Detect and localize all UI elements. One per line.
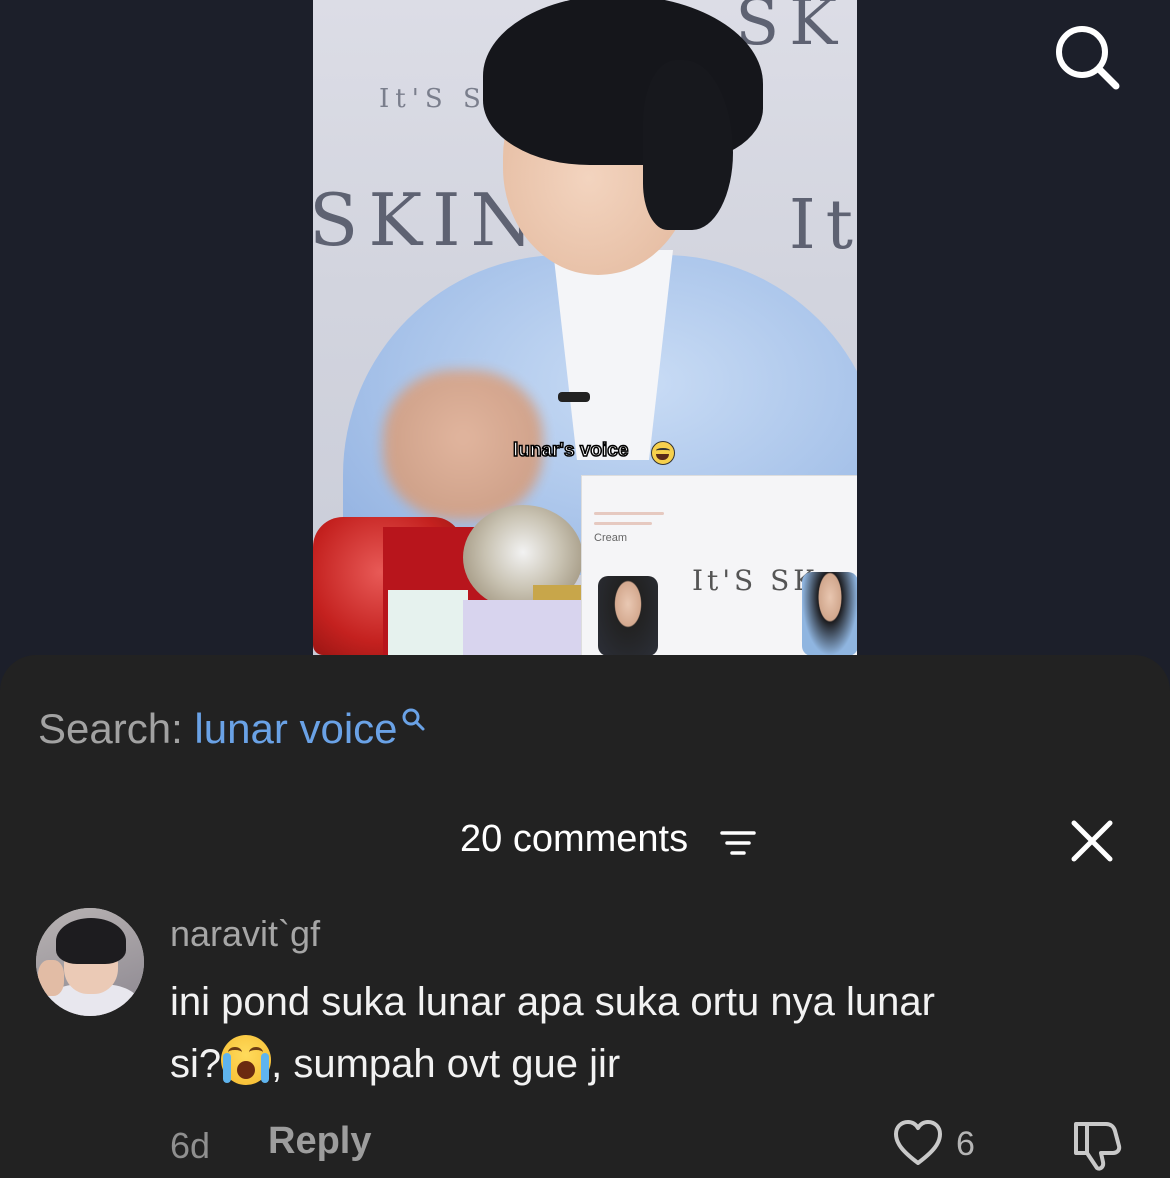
video-area: SK It'S S SKIN It Cream It'S SK lunar's … <box>0 0 1170 700</box>
product-portrait <box>802 572 857 655</box>
related-search[interactable]: Search: lunar voice <box>38 705 426 753</box>
product-text-line <box>594 522 652 525</box>
product-brand: It'S SK <box>692 564 819 597</box>
grinning-squinting-emoji <box>651 441 675 465</box>
comment-username[interactable]: naravit`gf <box>170 913 320 955</box>
comment-text-line: , sumpah ovt gue jir <box>271 1042 621 1086</box>
comment-time: 6d <box>170 1125 211 1166</box>
video-frame[interactable]: SK It'S S SKIN It Cream It'S SK lunar's … <box>313 0 857 655</box>
comment-text-line: ini pond suka lunar apa suka ortu nya lu… <box>170 980 935 1024</box>
comments-sheet: Search: lunar voice 20 comments naravit`… <box>0 655 1170 1178</box>
product-label: Cream <box>594 532 628 544</box>
loudly-crying-face-emoji <box>221 1035 272 1085</box>
dislike-button[interactable] <box>1070 1118 1126 1172</box>
product-display: Cream It'S SK <box>313 475 857 655</box>
like-button[interactable] <box>892 1118 944 1168</box>
product-portrait <box>598 576 658 655</box>
search-icon <box>402 708 425 731</box>
search-prefix: Search: <box>38 705 183 752</box>
search-icon <box>1056 26 1120 90</box>
product-text-line <box>594 512 664 515</box>
comment-text: ini pond suka lunar apa suka ortu nya lu… <box>170 971 1130 1095</box>
lavender-box <box>463 600 583 655</box>
lapel-mic <box>558 392 590 402</box>
like-count: 6 <box>956 1125 975 1163</box>
white-product-box: Cream It'S SK <box>581 475 857 655</box>
search-term-link[interactable]: lunar voice <box>194 705 397 752</box>
video-caption: lunar's voice <box>512 439 629 462</box>
search-button[interactable] <box>1050 22 1122 94</box>
mint-box <box>388 590 468 655</box>
background-brand-text: It'S S <box>379 84 487 114</box>
background-brand-text: It <box>788 186 857 265</box>
thumbs-down-icon <box>1074 1122 1122 1171</box>
sort-icon[interactable] <box>720 828 756 858</box>
reply-button[interactable]: Reply <box>268 1120 371 1163</box>
comments-count: 20 comments <box>460 818 689 860</box>
close-icon <box>1071 820 1113 862</box>
comment-text-line: si? <box>170 1042 222 1086</box>
avatar[interactable] <box>36 908 144 1016</box>
heart-icon <box>894 1120 942 1165</box>
close-button[interactable] <box>1068 817 1116 865</box>
